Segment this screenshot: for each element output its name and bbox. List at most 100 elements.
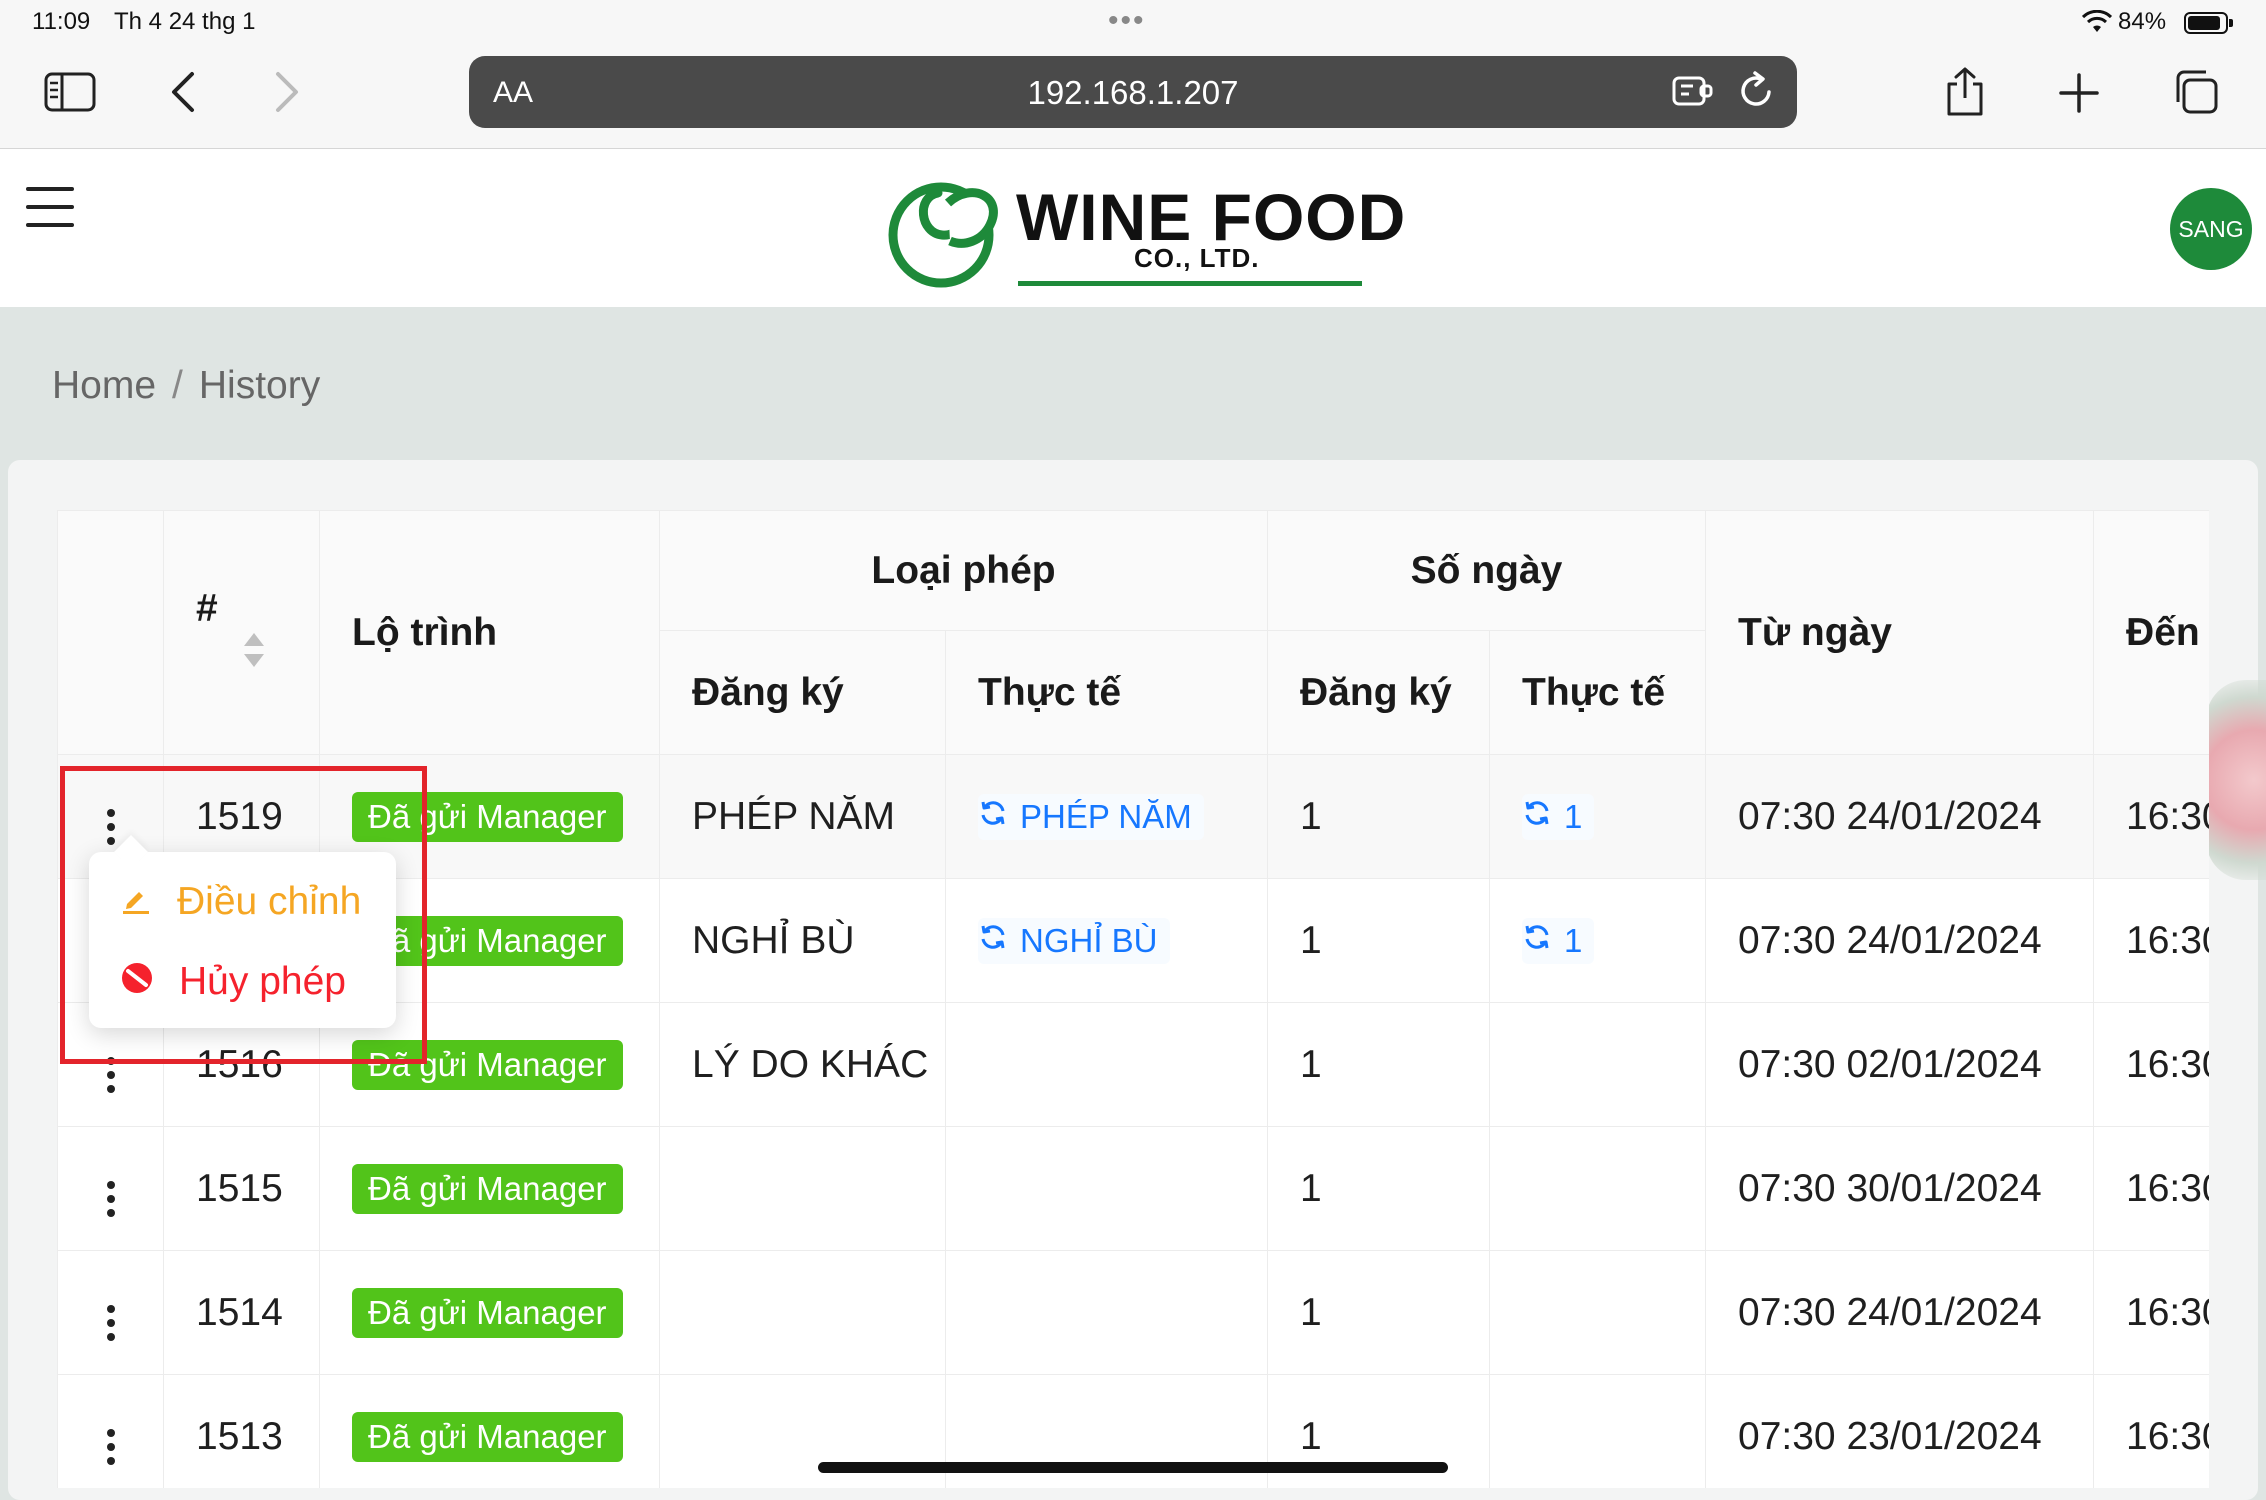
- breadcrumb-home-link[interactable]: Home: [52, 364, 156, 407]
- status-time: 11:09: [32, 8, 91, 35]
- more-vertical-icon[interactable]: [97, 1423, 125, 1471]
- actions-column-header: [57, 510, 164, 755]
- status-date: Th 4 24 thg 1: [114, 8, 256, 35]
- row-id: 1513: [163, 1374, 320, 1488]
- sync-icon: [978, 798, 1008, 836]
- actual-leave-type-cell: NGHỈ BÙ: [944, 878, 1269, 1003]
- to-date: 16:30: [2093, 1250, 2209, 1375]
- battery-level-fill: [2188, 16, 2220, 30]
- registered-leave-type: LÝ DO KHÁC: [659, 1002, 946, 1127]
- actual-days-cell: [1489, 1250, 1707, 1375]
- sync-icon: [1522, 922, 1552, 960]
- more-vertical-icon[interactable]: [97, 1299, 125, 1347]
- actual-days-cell: [1489, 1374, 1707, 1488]
- status-badge: Đã gửi Manager: [352, 791, 623, 842]
- row-actions-cell: [57, 1250, 164, 1375]
- address-bar[interactable]: AA 192.168.1.207: [469, 56, 1797, 128]
- route-cell: Đã gửi Manager: [319, 1250, 660, 1375]
- ban-icon: [121, 960, 153, 1004]
- forward-icon[interactable]: [272, 70, 302, 114]
- actual-days-text: 1: [1564, 797, 1583, 835]
- status-badge: Đã gửi Manager: [352, 1163, 623, 1214]
- menu-toggle-icon[interactable]: [24, 183, 80, 233]
- from-date: 07:30 24/01/2024: [1705, 878, 2095, 1003]
- registered-days: 1: [1267, 754, 1491, 879]
- sort-icon[interactable]: [242, 631, 266, 679]
- browser-toolbar: AA 192.168.1.207: [0, 48, 2266, 149]
- from-date: 07:30 30/01/2024: [1705, 1126, 2095, 1251]
- cancel-leave-menu-item[interactable]: Hủy phép: [121, 952, 346, 1012]
- index-header-label: #: [196, 586, 218, 630]
- actual-days-tag: 1: [1522, 917, 1595, 964]
- status-bar: 11:09 Th 4 24 thg 1 ••• 84%: [0, 0, 2266, 48]
- actual-days-text: 1: [1564, 921, 1583, 959]
- logo-mark-icon: [888, 182, 998, 288]
- route-cell: Đã gửi Manager: [319, 1374, 660, 1488]
- to-date: 16:30: [2093, 754, 2209, 879]
- more-vertical-icon[interactable]: [97, 1051, 125, 1099]
- leave-type-actual-header: Thực tế: [944, 630, 1269, 755]
- sidebar-toggle-icon[interactable]: [44, 72, 96, 112]
- decorative-flower-image: [2206, 680, 2266, 880]
- registered-leave-type: [659, 1250, 946, 1375]
- back-icon[interactable]: [168, 70, 198, 114]
- sync-icon: [1522, 798, 1552, 836]
- registered-leave-type: NGHỈ BÙ: [659, 878, 946, 1003]
- actual-leave-type-text: PHÉP NĂM: [1020, 797, 1192, 835]
- new-tab-icon[interactable]: [2058, 72, 2100, 114]
- actual-leave-type-cell: PHÉP NĂM: [944, 754, 1269, 879]
- actual-days-cell: [1489, 1002, 1707, 1127]
- actual-days-cell: 1: [1489, 754, 1707, 879]
- app-header: WINE FOOD CO., LTD. SANG: [0, 149, 2266, 307]
- battery-icon: [2184, 12, 2233, 34]
- status-badge: Đã gửi Manager: [352, 1411, 623, 1462]
- registered-days: 1: [1267, 1002, 1491, 1127]
- registered-days: 1: [1267, 878, 1491, 1003]
- row-actions-cell: [57, 1374, 164, 1488]
- table-row[interactable]: 1515 Đã gửi Manager 1 07:30 30/01/202416:30: [57, 1126, 2209, 1251]
- from-date: 07:30 24/01/2024: [1705, 754, 2095, 879]
- edit-menu-item[interactable]: Điều chỉnh: [121, 872, 361, 932]
- brand-underline: [1018, 281, 1362, 286]
- extension-icon[interactable]: [1671, 72, 1715, 115]
- breadcrumb: Home / History: [52, 364, 320, 408]
- share-icon[interactable]: [1944, 66, 1986, 118]
- row-id: 1515: [163, 1126, 320, 1251]
- leave-type-registered-header: Đăng ký: [659, 630, 946, 755]
- index-column-header[interactable]: #: [163, 510, 320, 755]
- table-row[interactable]: 1514 Đã gửi Manager 1 07:30 24/01/202416:30: [57, 1250, 2209, 1375]
- cancel-leave-menu-label: Hủy phép: [179, 960, 346, 1003]
- reload-icon[interactable]: [1737, 70, 1777, 117]
- from-date-column-header: Từ ngày: [1705, 510, 2095, 755]
- battery-percent: 84%: [2118, 8, 2167, 35]
- tabs-overview-icon[interactable]: [2172, 68, 2220, 116]
- actual-leave-type-cell: [944, 1002, 1269, 1127]
- route-column-header: Lộ trình: [319, 510, 660, 755]
- sync-icon: [978, 922, 1008, 960]
- wifi-icon: [2081, 9, 2113, 39]
- status-badge: Đã gửi Manager: [352, 1039, 623, 1090]
- status-badge: Đã gửi Manager: [352, 1287, 623, 1338]
- to-date-column-header: Đến: [2093, 510, 2209, 755]
- home-indicator[interactable]: [818, 1462, 1448, 1473]
- actual-leave-type-text: NGHỈ BÙ: [1020, 921, 1158, 959]
- pencil-icon: [121, 880, 151, 924]
- from-date: 07:30 24/01/2024: [1705, 1250, 2095, 1375]
- registered-leave-type: PHÉP NĂM: [659, 754, 946, 879]
- company-logo[interactable]: WINE FOOD CO., LTD.: [886, 173, 1405, 289]
- more-vertical-icon[interactable]: [97, 803, 125, 851]
- more-vertical-icon[interactable]: [97, 1175, 125, 1223]
- days-group-header: Số ngày: [1267, 510, 1707, 631]
- to-date: 16:30: [2093, 1126, 2209, 1251]
- from-date: 07:30 02/01/2024: [1705, 1002, 2095, 1127]
- user-avatar[interactable]: SANG: [2170, 188, 2252, 270]
- edit-menu-label: Điều chỉnh: [177, 880, 362, 923]
- route-cell: Đã gửi Manager: [319, 1126, 660, 1251]
- row-action-menu: Điều chỉnh Hủy phép: [89, 835, 396, 1028]
- leave-type-group-header: Loại phép: [658, 510, 1269, 631]
- multitasking-dots-icon[interactable]: •••: [1108, 4, 1146, 38]
- from-date: 07:30 23/01/2024: [1705, 1374, 2095, 1488]
- actual-leave-type-cell: [944, 1250, 1269, 1375]
- breadcrumb-separator: /: [172, 364, 183, 407]
- row-actions-cell: [57, 1126, 164, 1251]
